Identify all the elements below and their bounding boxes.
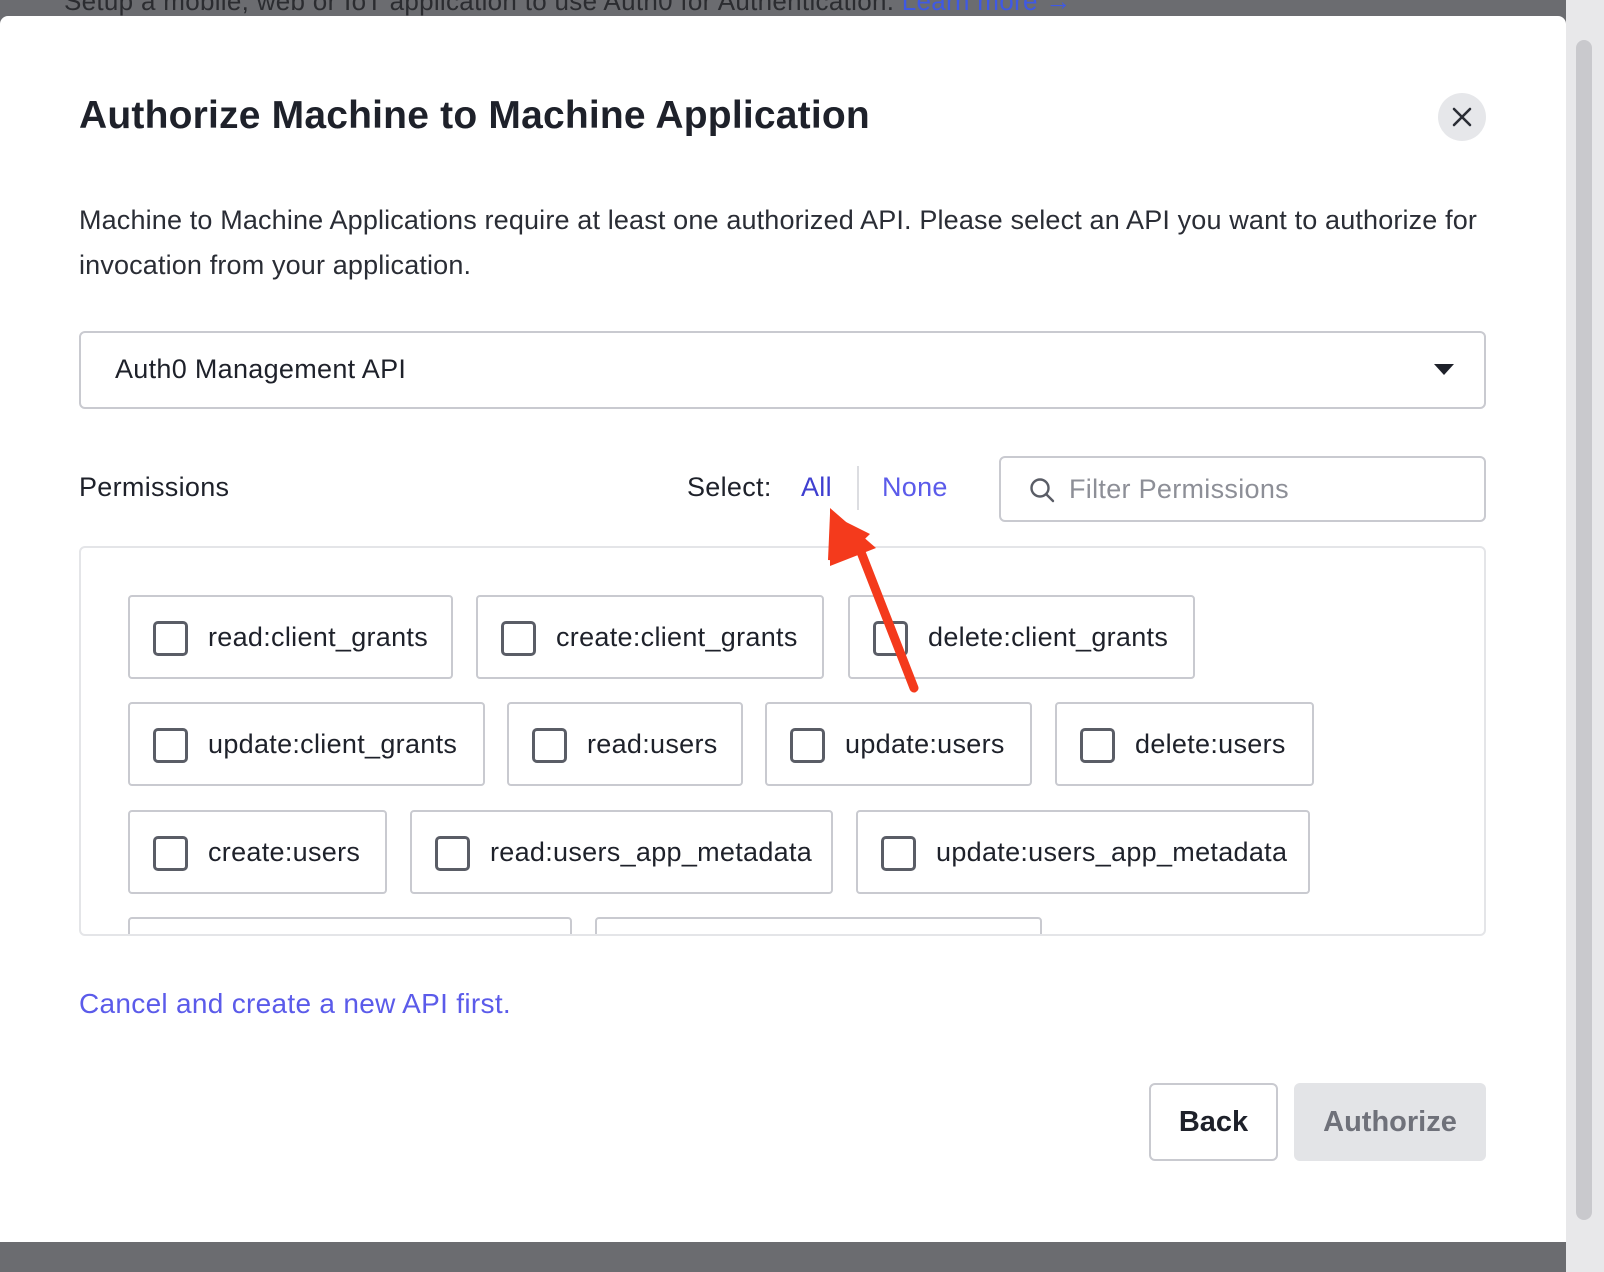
modal-title: Authorize Machine to Machine Application xyxy=(79,94,870,137)
permission-label: read:client_grants xyxy=(208,622,429,652)
permission-update-client-grants[interactable]: update:client_grants xyxy=(128,702,485,786)
permission-label: read:users_app_metadata xyxy=(490,837,813,867)
search-icon xyxy=(1030,478,1055,503)
permission-label: update:users_app_metadata xyxy=(936,837,1288,867)
learn-more-link[interactable]: Learn more → xyxy=(902,0,1072,16)
checkbox-icon[interactable] xyxy=(501,621,536,656)
permissions-list: read:client_grants create:client_grants … xyxy=(79,546,1486,936)
permission-label: create:client_grants xyxy=(556,622,798,652)
select-label: Select: xyxy=(687,472,772,502)
checkbox-icon[interactable] xyxy=(881,836,916,871)
select-none-link[interactable]: None xyxy=(882,472,948,503)
back-button[interactable]: Back xyxy=(1149,1083,1278,1161)
permission-delete-client-grants[interactable]: delete:client_grants xyxy=(848,595,1195,679)
scrollbar-thumb[interactable] xyxy=(1576,40,1592,1220)
checkbox-icon[interactable] xyxy=(153,728,188,763)
select-all-link[interactable]: All xyxy=(801,472,832,503)
checkbox-icon[interactable] xyxy=(532,728,567,763)
permission-label: read:users xyxy=(587,729,718,759)
chevron-down-icon xyxy=(1434,364,1454,375)
permission-read-users[interactable]: read:users xyxy=(507,702,743,786)
cancel-create-api-link[interactable]: Cancel and create a new API first. xyxy=(79,988,511,1020)
permission-label: create:users xyxy=(208,837,361,867)
permission-delete-users[interactable]: delete:users xyxy=(1055,702,1314,786)
permission-update-users-app-metadata[interactable]: update:users_app_metadata xyxy=(856,810,1310,894)
filter-permissions-input[interactable] xyxy=(1069,468,1469,510)
filter-permissions-field[interactable] xyxy=(999,456,1486,522)
permission-label: delete:client_grants xyxy=(928,622,1169,652)
api-select-value: Auth0 Management API xyxy=(115,354,407,384)
permission-partial-row[interactable] xyxy=(595,917,1042,934)
checkbox-icon[interactable] xyxy=(1080,728,1115,763)
permission-create-client-grants[interactable]: create:client_grants xyxy=(476,595,824,679)
permission-read-client-grants[interactable]: read:client_grants xyxy=(128,595,453,679)
permission-partial-row[interactable] xyxy=(128,917,572,934)
close-button[interactable] xyxy=(1438,93,1486,141)
checkbox-icon[interactable] xyxy=(153,621,188,656)
permissions-label: Permissions xyxy=(79,472,230,502)
background-description: Setup a mobile, web or IoT application t… xyxy=(64,0,895,16)
authorize-button[interactable]: Authorize xyxy=(1294,1083,1486,1161)
modal-description: Machine to Machine Applications require … xyxy=(79,205,1478,280)
page-scrollbar[interactable] xyxy=(1566,0,1604,1272)
checkbox-icon[interactable] xyxy=(153,836,188,871)
select-divider xyxy=(857,466,859,510)
close-icon xyxy=(1452,107,1472,127)
checkbox-icon[interactable] xyxy=(790,728,825,763)
api-select-dropdown[interactable]: Auth0 Management API xyxy=(79,331,1486,409)
permission-label: delete:users xyxy=(1135,729,1286,759)
checkbox-icon[interactable] xyxy=(873,621,908,656)
permission-update-users[interactable]: update:users xyxy=(765,702,1032,786)
permission-create-users[interactable]: create:users xyxy=(128,810,387,894)
background-page-text: Setup a mobile, web or IoT application t… xyxy=(64,0,1072,17)
permission-read-users-app-metadata[interactable]: read:users_app_metadata xyxy=(410,810,833,894)
authorize-m2m-modal: Authorize Machine to Machine Application… xyxy=(0,16,1566,1242)
checkbox-icon[interactable] xyxy=(435,836,470,871)
permission-label: update:client_grants xyxy=(208,729,458,759)
permission-label: update:users xyxy=(845,729,1005,759)
